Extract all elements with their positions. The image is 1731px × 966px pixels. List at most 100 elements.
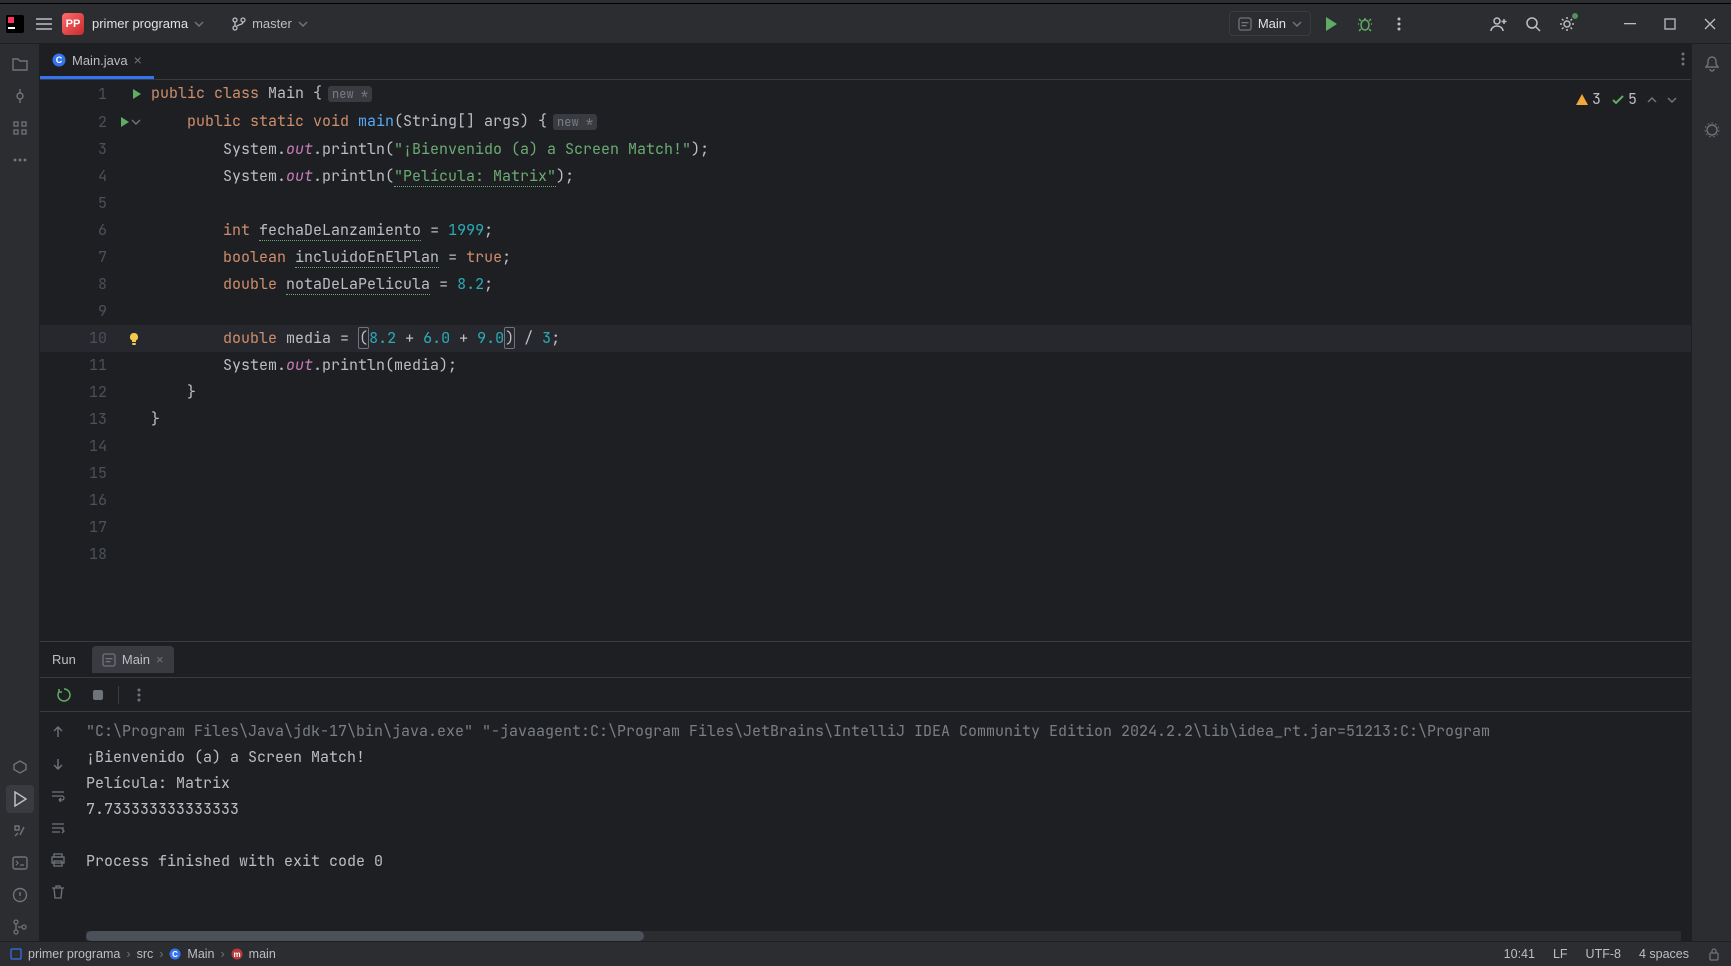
search-icon[interactable] [1519,10,1547,38]
horizontal-scrollbar[interactable] [86,931,1681,941]
maximize-button[interactable] [1653,4,1687,44]
fold-icon[interactable] [131,119,141,125]
code-text: boolean [223,247,286,267]
gutter-run-icon[interactable] [121,117,129,127]
chevron-up-icon[interactable] [1647,97,1657,103]
debug-button[interactable] [1351,10,1379,38]
application-icon [102,653,116,667]
code-text: ); [556,166,574,186]
status-caret-position[interactable]: 10:41 [1504,947,1535,961]
gutter-run-icon[interactable] [133,89,141,99]
editor-tabs: C Main.java × [40,44,1691,80]
rerun-icon[interactable] [50,681,78,709]
status-line-separator[interactable]: LF [1553,947,1568,961]
stop-icon[interactable] [84,681,112,709]
run-process-tab[interactable]: Main × [92,646,174,673]
print-icon[interactable] [44,846,72,874]
close-window-button[interactable] [1693,4,1727,44]
problems-tool-icon[interactable] [6,881,34,909]
check-count: 5 [1628,86,1637,113]
run-tool-icon[interactable] [6,785,34,813]
code-text: + [396,328,423,348]
code-text: "Película: Matrix" [394,166,556,187]
run-button[interactable] [1317,10,1345,38]
more-actions-icon[interactable] [1385,10,1413,38]
commit-tool-icon[interactable] [6,82,34,110]
down-stack-icon[interactable] [44,750,72,778]
code-with-me-icon[interactable] [1485,10,1513,38]
breadcrumb-item[interactable]: main [249,947,276,961]
breadcrumb-item[interactable]: Main [187,947,214,961]
run-panel-title: Run [52,652,76,667]
status-encoding[interactable]: UTF-8 [1586,947,1621,961]
scroll-to-end-icon[interactable] [44,814,72,842]
run-configuration-selector[interactable]: Main [1229,11,1311,36]
code-text: media = [277,328,358,348]
soft-wrap-icon[interactable] [44,782,72,810]
code-text: / [515,328,542,348]
code-text: ) [504,327,515,349]
code-text: out [286,355,313,375]
chevron-down-icon[interactable] [194,21,204,27]
breadcrumb-item[interactable]: primer programa [28,947,120,961]
code-text: ; [551,328,560,348]
code-text [250,220,259,240]
code-text: 8.2 [457,274,484,294]
settings-icon[interactable] [1553,10,1581,38]
code-text: out [286,139,313,159]
code-text: System. [151,166,286,186]
scrollbar-thumb[interactable] [86,931,644,941]
up-stack-icon[interactable] [44,718,72,746]
build-tool-icon[interactable] [6,817,34,845]
file-tab-main[interactable]: C Main.java × [40,44,154,79]
java-class-icon: C [169,948,181,960]
navigation-breadcrumb[interactable]: primer programa › src › C Main › m main [10,947,276,961]
chevron-down-icon[interactable] [1667,97,1677,103]
warning-icon [1575,93,1589,107]
code-text: 8.2 [369,328,396,348]
status-indent[interactable]: 4 spaces [1639,947,1689,961]
right-tool-stripe [1691,44,1731,941]
intention-bulb-icon[interactable] [127,332,141,346]
vcs-tool-icon[interactable] [6,913,34,941]
hamburger-menu-icon[interactable] [32,12,56,36]
code-text: int [223,220,250,240]
file-tab-label: Main.java [72,53,128,68]
console-output[interactable]: "C:\Program Files\Java\jdk-17\bin\java.e… [76,712,1691,931]
readonly-lock-icon[interactable] [1707,947,1721,961]
close-tab-icon[interactable]: × [134,52,142,68]
code-text [151,247,223,267]
code-text: + [450,328,477,348]
code-text: = [421,220,448,240]
clear-icon[interactable] [44,878,72,906]
services-tool-icon[interactable] [6,753,34,781]
warning-count: 3 [1592,86,1601,113]
status-bar: primer programa › src › C Main › m main … [0,941,1731,966]
branch-name: master [252,16,292,31]
ai-assistant-icon[interactable] [1698,116,1726,144]
notifications-icon[interactable] [1698,50,1726,78]
breadcrumb-item[interactable]: src [137,947,154,961]
code-text: public class [151,83,268,103]
more-icon[interactable] [125,681,153,709]
project-tool-icon[interactable] [6,50,34,78]
inspection-widget[interactable]: 3 5 [1571,84,1681,115]
code-text: = [439,247,466,267]
code-editor[interactable]: 3 5 1public class Main {new * 2 public s… [40,80,1691,641]
code-text: double [223,274,277,294]
code-text: ); [691,139,709,159]
code-text: System. [151,139,286,159]
structure-tool-icon[interactable] [6,114,34,142]
terminal-tool-icon[interactable] [6,849,34,877]
code-text: main [358,111,394,131]
minimize-button[interactable] [1613,4,1647,44]
code-text: ; [484,220,493,240]
git-branch-selector[interactable]: master [226,12,314,35]
code-text: } [151,382,196,402]
more-tool-icon[interactable] [6,146,34,174]
console-line: 7.733333333333333 [86,799,239,819]
tabs-more-icon[interactable] [1681,52,1685,66]
code-text: System. [151,355,286,375]
close-icon[interactable]: × [156,652,164,667]
project-name[interactable]: primer programa [92,16,188,31]
